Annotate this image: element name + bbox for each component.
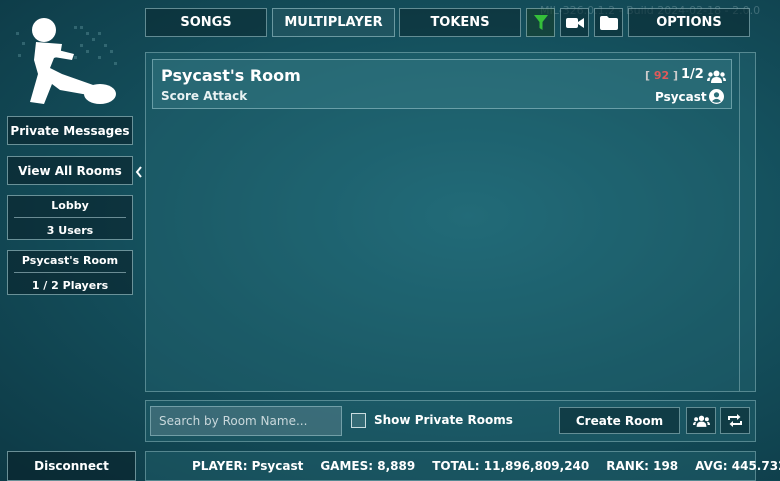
room-host: Psycast [655,90,707,104]
stat-player: PLAYER: Psycast [192,459,304,473]
lobby-card[interactable]: Lobby 3 Users [7,195,133,240]
logo [14,12,126,108]
current-room-title: Psycast's Room [21,253,119,267]
player-stats-bar: PLAYER: Psycast GAMES: 8,889 TOTAL: 11,8… [145,451,780,481]
current-room-card[interactable]: Psycast's Room 1 / 2 Players [7,250,133,295]
divider [14,271,126,273]
room-search-input[interactable]: Search by Room Name... [150,406,342,436]
room-level-value: 92 [653,69,670,82]
refresh-button[interactable] [720,407,750,434]
options-tab[interactable]: OPTIONS [628,8,750,37]
stat-games: GAMES: 8,889 [320,459,416,473]
filter-button[interactable] [526,8,555,37]
lobby-title: Lobby [51,198,89,212]
filter-icon [533,14,548,30]
show-private-rooms-label: Show Private Rooms [374,413,513,427]
stat-total: TOTAL: 11,896,809,240 [432,459,590,473]
room-list-item[interactable]: Psycast's Room Score Attack [ 92 ] 1/2 P… [152,59,732,109]
tokens-tab[interactable]: TOKENS [399,8,521,37]
lobby-user-count: 3 Users [46,223,94,237]
show-private-rooms-checkbox[interactable] [351,413,366,428]
stat-rank: RANK: 198 [606,459,679,473]
folder-icon [599,15,618,30]
video-camera-icon [565,17,584,28]
disconnect-button[interactable]: Disconnect [7,451,136,481]
songs-tab[interactable]: SONGS [145,8,267,37]
create-room-button[interactable]: Create Room [559,407,680,434]
folder-button[interactable] [594,8,623,37]
stat-avg: AVG: 445.732 [695,459,780,473]
user-circle-icon [709,89,724,108]
bracket-close: ] [673,69,679,82]
players-button[interactable] [686,407,716,434]
swap-arrows-icon [728,414,742,427]
users-icon [692,415,710,427]
private-messages-button[interactable]: Private Messages [7,116,133,145]
room-search-placeholder: Search by Room Name... [159,414,308,428]
current-room-player-count: 1 / 2 Players [31,278,109,292]
view-all-rooms-button[interactable]: View All Rooms [7,156,133,185]
video-button[interactable] [560,8,589,37]
bracket-open: [ [645,69,651,82]
room-list-scrollbar[interactable] [739,53,755,391]
collapse-sidebar-chevron-icon[interactable] [134,164,144,178]
users-icon [707,68,726,87]
divider [14,216,126,218]
multiplayer-tab[interactable]: MULTIPLAYER [272,8,395,37]
room-level: [ 92 ] [645,69,678,82]
room-player-count: 1/2 [681,67,704,82]
room-name: Psycast's Room [161,66,301,85]
room-mode: Score Attack [161,89,248,103]
